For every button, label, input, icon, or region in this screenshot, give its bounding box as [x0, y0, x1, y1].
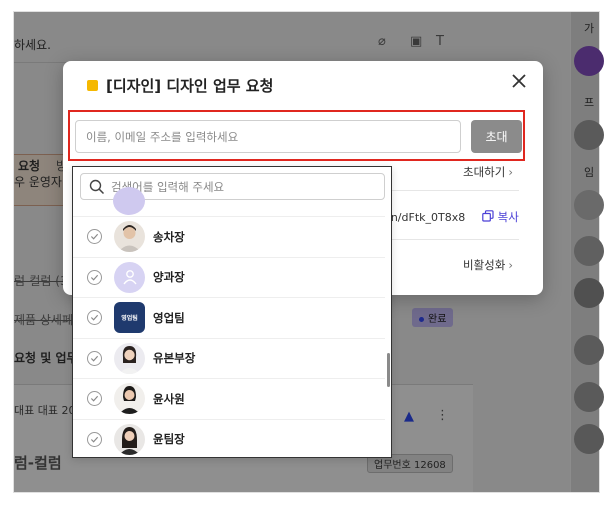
- list-item[interactable]: [73, 187, 385, 217]
- bg-card-title: 럼-컬럼: [14, 454, 62, 472]
- invite-button[interactable]: 초대: [471, 120, 522, 153]
- close-button[interactable]: [509, 71, 529, 91]
- invite-input-highlight: 초대: [68, 110, 525, 161]
- avatar: [574, 236, 604, 266]
- bg-right-text: 프: [584, 96, 595, 109]
- text-icon: T: [436, 34, 444, 49]
- list-scrollbar[interactable]: [387, 353, 390, 387]
- check-icon[interactable]: [87, 350, 102, 366]
- chevron-right-icon: ›: [508, 258, 513, 272]
- member-item[interactable]: 영업팀 영업팀: [73, 298, 385, 339]
- status-badge: 완료: [412, 308, 454, 327]
- member-item[interactable]: 송차장: [73, 217, 385, 258]
- invite-action-link[interactable]: 초대하기 ›: [463, 164, 513, 180]
- more-icon: ⋮: [436, 408, 449, 423]
- avatar: [574, 190, 604, 220]
- member-name: 영업팀: [153, 310, 185, 325]
- member-item[interactable]: 윤팀장: [73, 420, 385, 458]
- avatar: [114, 423, 145, 455]
- modal-title: [디자인] 디자인 업무 요청: [87, 75, 273, 96]
- image-icon: ▣: [410, 34, 423, 49]
- member-item[interactable]: 유본부장: [73, 339, 385, 379]
- check-icon[interactable]: [87, 269, 102, 285]
- check-icon[interactable]: [87, 229, 102, 245]
- close-icon: [512, 74, 526, 88]
- member-name: 윤팀장: [153, 432, 185, 447]
- copy-icon: [482, 210, 494, 222]
- avatar: [114, 221, 145, 253]
- bg-right-text: 임: [584, 166, 595, 179]
- avatar: [574, 335, 604, 365]
- avatar: [114, 342, 145, 374]
- avatar: [574, 278, 604, 308]
- search-icon: [89, 179, 105, 194]
- check-icon[interactable]: [87, 431, 102, 447]
- avatar: [113, 187, 145, 215]
- pin-icon: ▲: [404, 409, 414, 424]
- bg-bottom-text: 요청 및 업무: [14, 351, 78, 365]
- check-icon[interactable]: [87, 391, 102, 407]
- attach-icon: ⌀: [378, 34, 386, 49]
- avatar: [574, 424, 604, 454]
- member-list: 송차장 양과장 영업팀 영업팀 유본부장 윤사원 윤팀장: [73, 187, 385, 458]
- member-name: 송차장: [153, 229, 185, 244]
- member-item[interactable]: 윤사원: [73, 379, 385, 420]
- avatar: [574, 382, 604, 412]
- member-item[interactable]: 양과장: [73, 258, 385, 298]
- member-name: 유본부장: [153, 351, 196, 366]
- avatar: [114, 261, 145, 293]
- member-dropdown: 송차장 양과장 영업팀 영업팀 유본부장: [72, 166, 392, 458]
- avatar: [574, 120, 604, 150]
- member-search-input[interactable]: [111, 179, 381, 194]
- bg-text-line: 하세요.: [14, 38, 51, 52]
- copy-link-button[interactable]: 복사: [482, 209, 519, 225]
- avatar: [574, 46, 604, 76]
- user-icon: [122, 270, 137, 285]
- avatar: [114, 383, 145, 415]
- bg-right-text: 가: [584, 22, 595, 35]
- member-name: 윤사원: [153, 391, 185, 406]
- invite-input[interactable]: [75, 120, 461, 153]
- team-logo: 영업팀: [114, 302, 145, 334]
- project-color-square: [87, 80, 98, 91]
- chevron-right-icon: ›: [508, 165, 513, 179]
- check-icon[interactable]: [87, 310, 102, 326]
- deactivate-link[interactable]: 비활성화 ›: [463, 257, 513, 273]
- member-name: 양과장: [153, 270, 185, 285]
- bg-request-label: 요청: [18, 159, 41, 173]
